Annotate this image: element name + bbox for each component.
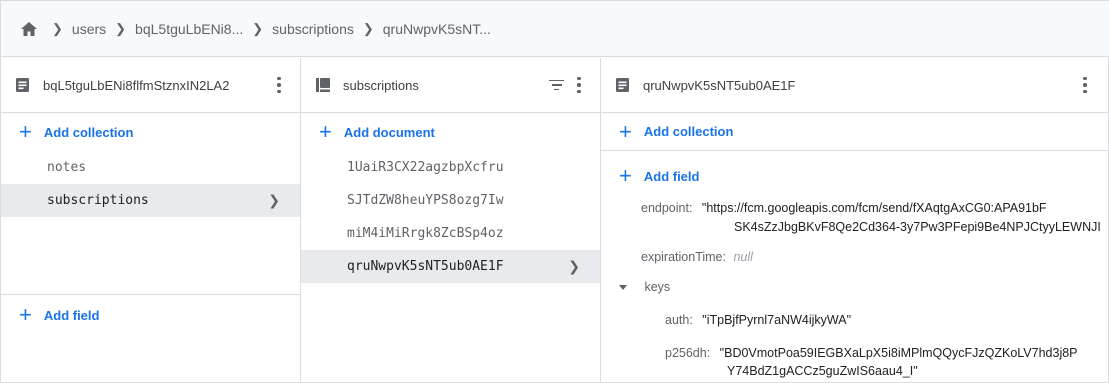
field-value: "BD0VmotPoa59IEGBXaLpX5i8iMPlmQQycFJzQZK… xyxy=(719,346,1078,360)
field-value: "iTpBjfPyrnl7aNW4ijkyWA" xyxy=(702,313,852,327)
document-item[interactable]: 1UaiR3CX22agzbpXcfru xyxy=(301,151,600,184)
field-value: SK4sZzJbgBKvF8Qe2Cd364-3y7Pw3PFepi9Be4NP… xyxy=(734,220,1101,234)
document-id: qruNwpvK5sNT5ub0AE1F xyxy=(347,259,504,274)
subscription-document-column: qruNwpvK5sNT5ub0AE1F + Add collection + … xyxy=(601,58,1109,383)
document-item-selected[interactable]: qruNwpvK5sNT5ub0AE1F ❯ xyxy=(301,250,600,283)
add-field-button[interactable]: + Add field xyxy=(1,295,300,335)
add-collection-button[interactable]: + Add collection xyxy=(1,113,300,151)
add-collection-button[interactable]: + Add collection xyxy=(601,113,1109,151)
plus-icon: + xyxy=(19,302,32,327)
document-item[interactable]: SJTdZW8heuYPS8ozg7Iw xyxy=(301,184,600,217)
document-id: miM4iMiRrgk8ZcBSp4oz xyxy=(347,226,504,241)
subscriptions-column: subscriptions + Add document 1UaiR3CX22a… xyxy=(301,58,601,383)
field-auth[interactable]: auth: "iTpBjfPyrnl7aNW4ijkyWA" xyxy=(665,313,851,327)
field-value: null xyxy=(733,250,753,264)
field-value: Y74BdZ1gACCz5guZwIS6aau4_I" xyxy=(727,364,918,378)
field-key: auth: xyxy=(665,313,693,327)
home-icon[interactable] xyxy=(19,19,39,39)
field-key: p256dh: xyxy=(665,346,711,360)
document-id: SJTdZW8heuYPS8ozg7Iw xyxy=(347,193,504,208)
field-key: keys xyxy=(644,280,671,294)
plus-icon: + xyxy=(19,119,32,144)
subscriptions-header: subscriptions xyxy=(301,58,600,113)
field-endpoint[interactable]: endpoint: "https://fcm.googleapis.com/fc… xyxy=(641,201,1047,215)
subscription-document-title: qruNwpvK5sNT5ub0AE1F xyxy=(643,77,796,93)
collection-item-subscriptions[interactable]: subscriptions ❯ xyxy=(1,184,300,217)
plus-icon: + xyxy=(619,163,632,188)
breadcrumb-user-doc[interactable]: bqL5tguLbENi8... xyxy=(135,21,243,37)
field-value: "https://fcm.googleapis.com/fcm/send/fXA… xyxy=(701,201,1047,215)
add-collection-label: Add collection xyxy=(643,124,734,139)
chevron-right-icon: ❯ xyxy=(268,192,280,209)
firestore-data-panel: ❯ users ❯ bqL5tguLbENi8... ❯ subscriptio… xyxy=(0,0,1109,383)
plus-icon: + xyxy=(619,118,632,144)
field-endpoint-continued: SK4sZzJbgBKvF8Qe2Cd364-3y7Pw3PFepi9Be4NP… xyxy=(734,220,1101,234)
expand-caret-icon[interactable] xyxy=(619,285,627,291)
filter-icon[interactable] xyxy=(549,79,564,91)
more-vert-icon[interactable] xyxy=(572,76,586,94)
add-document-button[interactable]: + Add document xyxy=(301,113,600,151)
add-field-label: Add field xyxy=(643,168,700,184)
subscriptions-title: subscriptions xyxy=(343,77,419,93)
add-field-button[interactable]: + Add field xyxy=(601,151,1109,195)
chevron-right-icon: ❯ xyxy=(362,20,374,36)
breadcrumb: ❯ users ❯ bqL5tguLbENi8... ❯ subscriptio… xyxy=(1,1,1109,57)
field-p256dh[interactable]: p256dh: "BD0VmotPoa59IEGBXaLpX5i8iMPlmQQ… xyxy=(665,346,1078,360)
add-collection-label: Add collection xyxy=(43,124,134,140)
field-key: endpoint: xyxy=(641,201,693,215)
field-keys-map[interactable]: keys xyxy=(619,280,670,294)
breadcrumb-users[interactable]: users xyxy=(72,21,106,37)
field-p256dh-continued: Y74BdZ1gACCz5guZwIS6aau4_I" xyxy=(727,364,918,378)
field-key: expirationTime: xyxy=(641,250,726,264)
breadcrumb-subscription-doc[interactable]: qruNwpvK5sNT... xyxy=(383,21,491,37)
collection-label: notes xyxy=(47,160,87,175)
user-document-column: bqL5tguLbENi8flfmStznxIN2LA2 + Add colle… xyxy=(1,58,301,383)
document-icon xyxy=(15,77,31,93)
user-document-header: bqL5tguLbENi8flfmStznxIN2LA2 xyxy=(1,58,300,113)
breadcrumb-subscriptions[interactable]: subscriptions xyxy=(272,21,354,37)
chevron-right-icon: ❯ xyxy=(252,20,264,36)
subscription-document-header: qruNwpvK5sNT5ub0AE1F xyxy=(601,58,1109,113)
add-field-label: Add field xyxy=(43,307,100,323)
document-item[interactable]: miM4iMiRrgk8ZcBSp4oz xyxy=(301,217,600,250)
chevron-right-icon: ❯ xyxy=(115,20,127,36)
chevron-right-icon: ❯ xyxy=(568,258,580,275)
plus-icon: + xyxy=(319,119,332,144)
document-id: 1UaiR3CX22agzbpXcfru xyxy=(347,160,504,175)
collection-icon xyxy=(315,77,331,93)
chevron-right-icon: ❯ xyxy=(52,20,63,36)
more-vert-icon[interactable] xyxy=(1078,76,1092,94)
more-vert-icon[interactable] xyxy=(272,76,286,94)
user-document-title: bqL5tguLbENi8flfmStznxIN2LA2 xyxy=(43,77,230,93)
add-field-section: + Add field xyxy=(1,294,300,335)
collection-label: subscriptions xyxy=(47,193,149,208)
field-expiration-time[interactable]: expirationTime: null xyxy=(641,250,753,264)
document-icon xyxy=(615,77,631,93)
collection-item-notes[interactable]: notes xyxy=(1,151,300,184)
add-document-label: Add document xyxy=(343,124,435,140)
